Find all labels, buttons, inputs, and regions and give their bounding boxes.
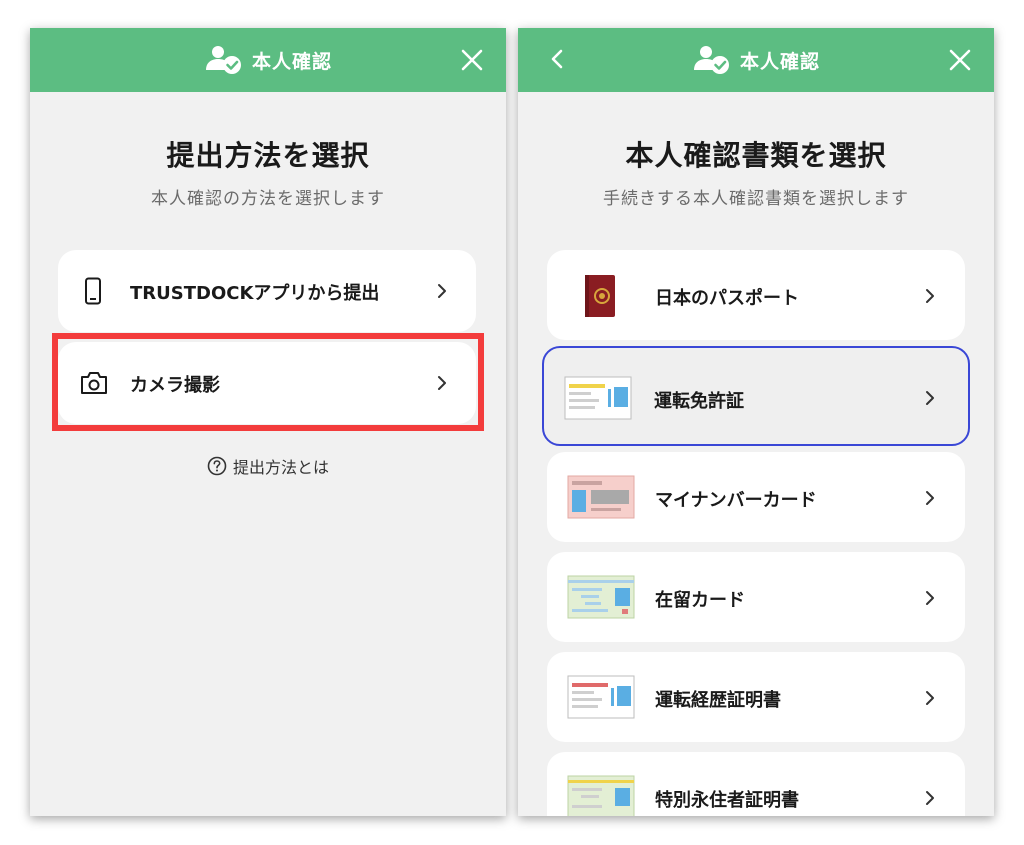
document-label: 特別永住者証明書 — [655, 790, 799, 811]
page-subtitle: 本人確認の方法を選択します — [151, 189, 385, 209]
drivers-license-icon — [564, 376, 632, 420]
chevron-right-icon — [438, 284, 446, 298]
document-item-special-permanent-resident-certificate[interactable]: 特別永住者証明書 — [547, 752, 965, 816]
document-label: 運転免許証 — [654, 391, 744, 412]
document-item-my-number-card[interactable]: マイナンバーカード — [547, 452, 965, 542]
user-verified-icon — [693, 46, 729, 74]
option-label: TRUSTDOCKアプリから提出 — [130, 283, 380, 304]
close-icon[interactable] — [948, 48, 972, 72]
header-bar: 本人確認 — [518, 28, 994, 92]
camera-icon — [81, 372, 107, 394]
document-label: マイナンバーカード — [655, 490, 817, 511]
document-item-residence-card[interactable]: 在留カード — [547, 552, 965, 642]
passport-icon — [585, 275, 615, 317]
option-trustdock-app[interactable]: TRUSTDOCKアプリから提出 — [58, 250, 476, 332]
document-selection-screen: 本人確認 本人確認書類を選択 手続きする本人確認書類を選択します 日本のパスポー… — [518, 28, 994, 816]
header-title: 本人確認 — [739, 50, 820, 73]
help-link-label: 提出方法とは — [232, 458, 329, 477]
user-verified-icon — [205, 46, 241, 74]
special-permanent-resident-certificate-icon — [567, 775, 635, 816]
option-camera[interactable]: カメラ撮影 — [58, 342, 476, 424]
page-title: 提出方法を選択 — [166, 139, 370, 172]
driving-history-certificate-icon — [567, 675, 635, 719]
chevron-right-icon — [926, 491, 934, 505]
my-number-card-icon — [567, 475, 635, 519]
header-title: 本人確認 — [251, 50, 332, 73]
chevron-right-icon — [438, 376, 446, 390]
chevron-right-icon — [926, 391, 934, 405]
option-label: カメラ撮影 — [130, 375, 220, 396]
header-bar: 本人確認 — [30, 28, 506, 92]
close-icon[interactable] — [460, 48, 484, 72]
document-item-driving-history-certificate[interactable]: 運転経歴証明書 — [547, 652, 965, 742]
document-item-drivers-license[interactable]: 運転免許証 — [542, 346, 970, 446]
document-label: 在留カード — [655, 590, 745, 611]
help-link[interactable]: 提出方法とは — [30, 454, 506, 478]
document-label: 日本のパスポート — [655, 288, 799, 309]
submission-method-screen: 本人確認 提出方法を選択 本人確認の方法を選択します TRUSTDOCKアプリか… — [30, 28, 506, 816]
document-label: 運転経歴証明書 — [655, 690, 781, 711]
back-icon[interactable] — [546, 46, 570, 72]
chevron-right-icon — [926, 691, 934, 705]
chevron-right-icon — [926, 591, 934, 605]
chevron-right-icon — [926, 289, 934, 303]
page-subtitle: 手続きする本人確認書類を選択します — [603, 189, 909, 209]
smartphone-icon — [85, 277, 101, 305]
page-title: 本人確認書類を選択 — [625, 139, 887, 172]
document-item-passport[interactable]: 日本のパスポート — [547, 250, 965, 340]
chevron-right-icon — [926, 791, 934, 805]
question-circle-icon — [207, 456, 227, 476]
residence-card-icon — [567, 575, 635, 619]
